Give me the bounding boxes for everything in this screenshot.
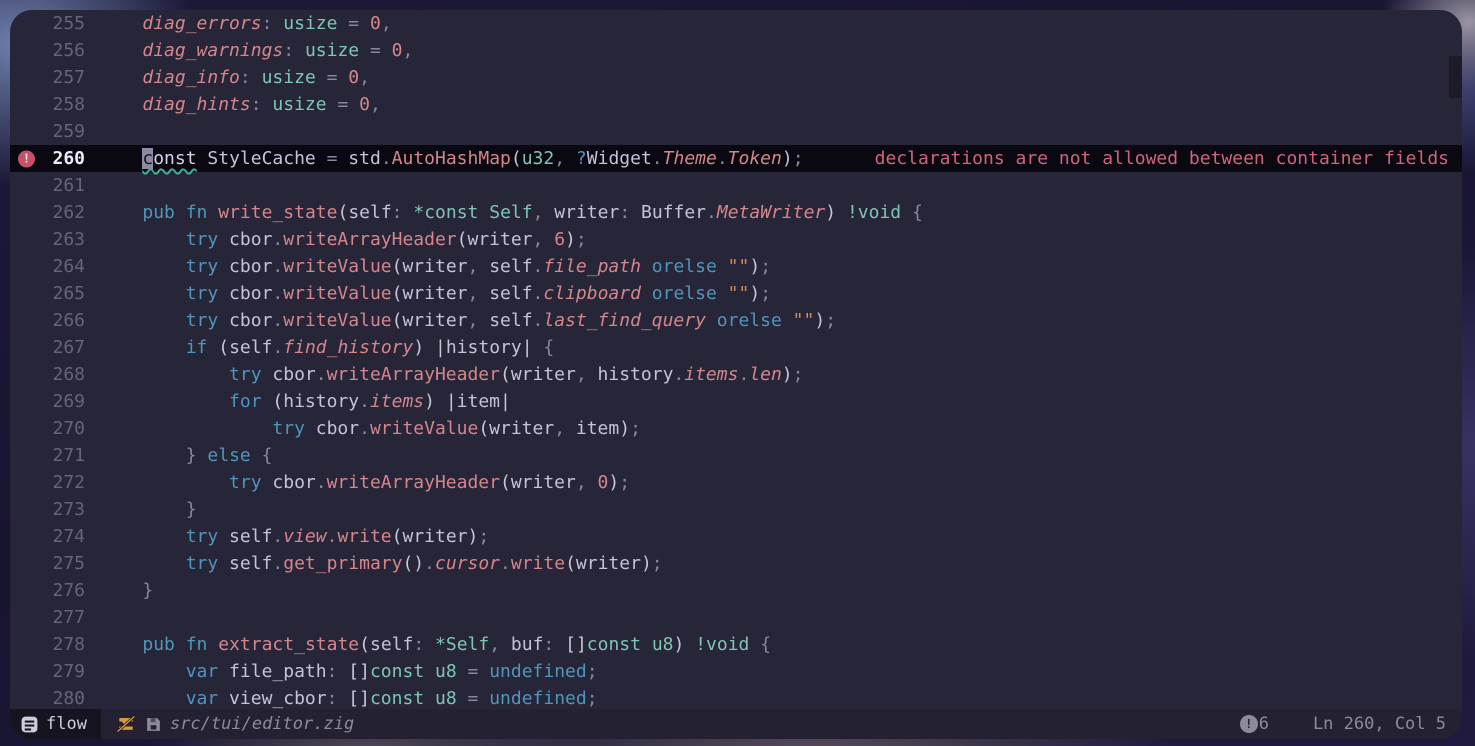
code-text: diag_hints: usize = 0,: [99, 91, 381, 118]
code-line[interactable]: 280 var view_cbor: []const u8 = undefine…: [10, 685, 1462, 709]
editor-window: 255 diag_errors: usize = 0,256 diag_warn…: [10, 10, 1462, 739]
code-text: try cbor.writeValue(writer, self.file_pa…: [99, 253, 771, 280]
line-number: 269: [10, 388, 99, 415]
flow-menu-button[interactable]: flow: [10, 709, 101, 739]
flow-logo-icon: [20, 715, 39, 734]
line-number: 279: [10, 658, 99, 685]
scrollbar-thumb[interactable]: [1449, 56, 1462, 98]
line-number: 261: [10, 172, 99, 199]
line-number: 274: [10, 523, 99, 550]
code-line[interactable]: 256 diag_warnings: usize = 0,: [10, 37, 1462, 64]
code-text: if (self.find_history) |history| {: [99, 334, 554, 361]
code-text: try cbor.writeValue(writer, self.last_fi…: [99, 307, 836, 334]
line-number: 265: [10, 280, 99, 307]
code-text: try cbor.writeValue(writer, item);: [99, 415, 641, 442]
code-line[interactable]: 264 try cbor.writeValue(writer, self.fil…: [10, 253, 1462, 280]
diagnostics-number: 6: [1259, 714, 1269, 734]
diagnostics-icon: !: [1240, 715, 1258, 733]
code-line[interactable]: 265 try cbor.writeValue(writer, self.cli…: [10, 280, 1462, 307]
code-text: for (history.items) |item|: [99, 388, 511, 415]
line-number: 255: [10, 10, 99, 37]
line-number: 266: [10, 307, 99, 334]
line-number: 278: [10, 631, 99, 658]
code-line[interactable]: 263 try cbor.writeArrayHeader(writer, 6)…: [10, 226, 1462, 253]
code-text: try cbor.writeArrayHeader(writer, histor…: [99, 361, 803, 388]
code-line[interactable]: 257 diag_info: usize = 0,: [10, 64, 1462, 91]
text-cursor: c: [142, 148, 153, 169]
code-text: diag_errors: usize = 0,: [99, 10, 392, 37]
line-number: 271: [10, 442, 99, 469]
code-text: const StyleCache = std.AutoHashMap(u32, …: [99, 145, 804, 172]
code-text: try self.view.write(writer);: [99, 523, 489, 550]
code-line[interactable]: 261: [10, 172, 1462, 199]
zig-language-icon: [115, 714, 137, 734]
inline-diagnostic-message: declarations are not allowed between con…: [875, 145, 1462, 172]
file-info[interactable]: src/tui/editor.zig: [101, 709, 354, 739]
line-number: 268: [10, 361, 99, 388]
code-line[interactable]: 270 try cbor.writeValue(writer, item);: [10, 415, 1462, 442]
error-gutter-icon: !: [18, 150, 35, 167]
line-number: 277: [10, 604, 99, 631]
line-number: 259: [10, 118, 99, 145]
save-file-icon: [145, 716, 162, 733]
code-line[interactable]: 267 if (self.find_history) |history| {: [10, 334, 1462, 361]
line-number: 276: [10, 577, 99, 604]
code-text: try cbor.writeArrayHeader(writer, 6);: [99, 226, 587, 253]
code-line[interactable]: 259: [10, 118, 1462, 145]
code-text: var file_path: []const u8 = undefined;: [99, 658, 598, 685]
code-line[interactable]: 268 try cbor.writeArrayHeader(writer, hi…: [10, 361, 1462, 388]
code-text: try self.get_primary().cursor.write(writ…: [99, 550, 663, 577]
code-text: }: [99, 577, 153, 604]
code-text: try cbor.writeValue(writer, self.clipboa…: [99, 280, 771, 307]
code-line[interactable]: 269 for (history.items) |item|: [10, 388, 1462, 415]
diagnostics-count[interactable]: ! 6: [1240, 714, 1269, 734]
code-text: }: [99, 496, 197, 523]
line-number: 270: [10, 415, 99, 442]
code-line[interactable]: !260 const StyleCache = std.AutoHashMap(…: [10, 145, 1462, 172]
code-text: pub fn write_state(self: *const Self, wr…: [99, 199, 923, 226]
code-text: try cbor.writeArrayHeader(writer, 0);: [99, 469, 630, 496]
line-number: 257: [10, 64, 99, 91]
code-line[interactable]: 266 try cbor.writeValue(writer, self.las…: [10, 307, 1462, 334]
status-bar: flow src/tui/editor.zig ! 6 Ln 260, Co: [10, 709, 1462, 739]
line-number: 264: [10, 253, 99, 280]
code-line[interactable]: 278 pub fn extract_state(self: *Self, bu…: [10, 631, 1462, 658]
line-number: 275: [10, 550, 99, 577]
app-name: flow: [46, 714, 87, 734]
line-number: 273: [10, 496, 99, 523]
code-line[interactable]: 255 diag_errors: usize = 0,: [10, 10, 1462, 37]
code-text: var view_cbor: []const u8 = undefined;: [99, 685, 598, 709]
line-number: 280: [10, 685, 99, 709]
code-text: pub fn extract_state(self: *Self, buf: […: [99, 631, 771, 658]
code-lines: 255 diag_errors: usize = 0,256 diag_warn…: [10, 10, 1462, 709]
file-path: src/tui/editor.zig: [170, 714, 354, 734]
cursor-position[interactable]: Ln 260, Col 5: [1313, 714, 1446, 734]
code-text: diag_warnings: usize = 0,: [99, 37, 413, 64]
code-line[interactable]: 279 var file_path: []const u8 = undefine…: [10, 658, 1462, 685]
code-line[interactable]: 258 diag_hints: usize = 0,: [10, 91, 1462, 118]
code-area[interactable]: 255 diag_errors: usize = 0,256 diag_warn…: [10, 10, 1462, 709]
line-number: 267: [10, 334, 99, 361]
line-number: 263: [10, 226, 99, 253]
line-number: 258: [10, 91, 99, 118]
code-line[interactable]: 262 pub fn write_state(self: *const Self…: [10, 199, 1462, 226]
status-right: ! 6 Ln 260, Col 5: [1240, 709, 1462, 739]
code-line[interactable]: 275 try self.get_primary().cursor.write(…: [10, 550, 1462, 577]
code-line[interactable]: 277: [10, 604, 1462, 631]
code-text: } else {: [99, 442, 272, 469]
line-number: 272: [10, 469, 99, 496]
code-line[interactable]: 273 }: [10, 496, 1462, 523]
code-line[interactable]: 274 try self.view.write(writer);: [10, 523, 1462, 550]
line-number: 256: [10, 37, 99, 64]
code-text: diag_info: usize = 0,: [99, 64, 370, 91]
code-line[interactable]: 272 try cbor.writeArrayHeader(writer, 0)…: [10, 469, 1462, 496]
code-line[interactable]: 271 } else {: [10, 442, 1462, 469]
code-line[interactable]: 276 }: [10, 577, 1462, 604]
line-number: 262: [10, 199, 99, 226]
